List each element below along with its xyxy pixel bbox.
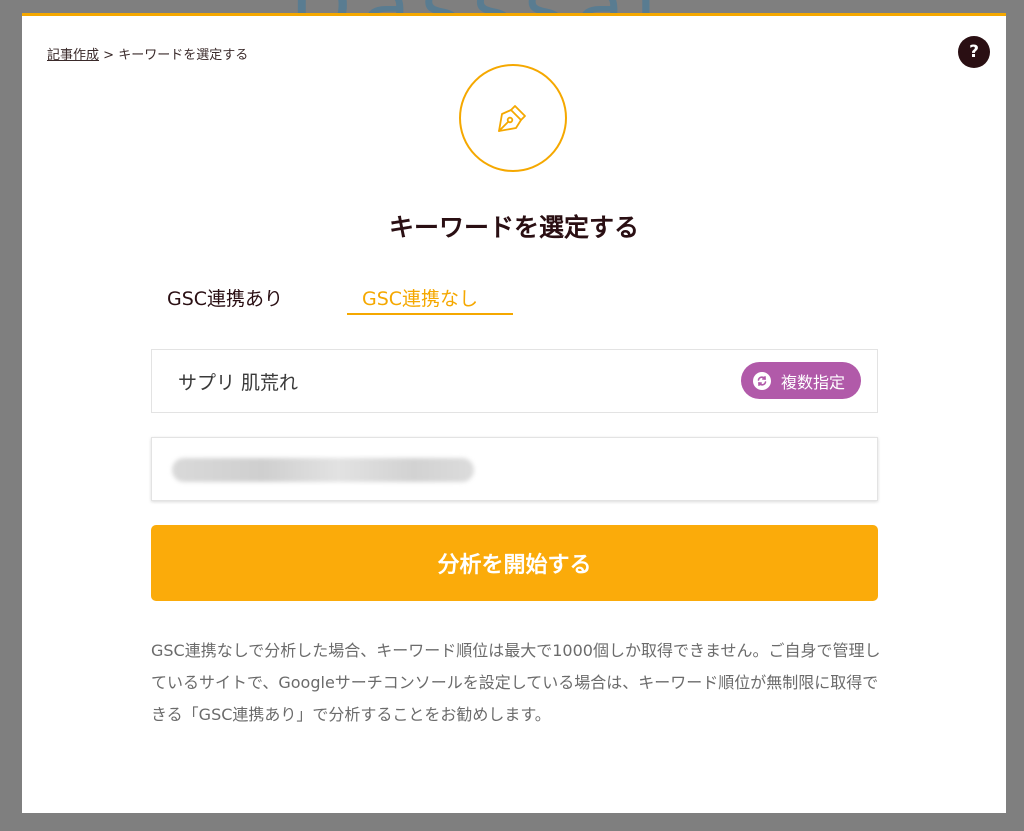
breadcrumb: 記事作成 > キーワードを選定する — [47, 44, 248, 63]
gsc-notice-text: GSC連携なしで分析した場合、キーワード順位は最大で1000個しか取得できません… — [151, 641, 881, 724]
page-title: キーワードを選定する — [388, 213, 639, 242]
question-icon: ? — [969, 42, 979, 62]
tab-gsc-unlinked[interactable]: GSC連携なし — [362, 284, 478, 311]
swap-icon — [752, 371, 771, 390]
pen-nib-icon — [459, 64, 567, 172]
keyword-selection-modal: 記事作成 > キーワードを選定する ? キーワードを選定する GSC連携あり G… — [22, 13, 1006, 813]
multiple-keywords-label: 複数指定 — [780, 372, 845, 392]
active-tab-underline — [347, 313, 513, 315]
start-analysis-button[interactable]: 分析を開始する — [151, 525, 878, 601]
redacted-url-text — [172, 458, 474, 482]
breadcrumb-separator: > — [99, 48, 119, 63]
breadcrumb-link-article-creation[interactable]: 記事作成 — [47, 48, 99, 63]
tab-gsc-linked[interactable]: GSC連携あり — [167, 284, 283, 311]
keyword-input-value: サプリ 肌荒れ — [178, 372, 299, 394]
site-url-input[interactable] — [151, 437, 878, 501]
multiple-keywords-button[interactable]: 複数指定 — [740, 362, 861, 399]
breadcrumb-current: キーワードを選定する — [118, 48, 249, 63]
keyword-input[interactable]: サプリ 肌荒れ 複数指定 — [151, 349, 878, 413]
help-button[interactable]: ? — [958, 36, 990, 68]
